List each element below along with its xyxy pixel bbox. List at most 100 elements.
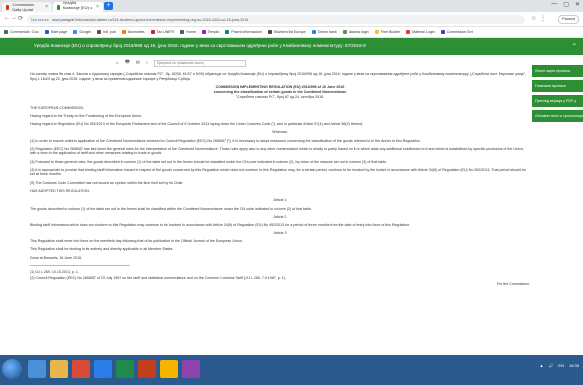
close-window-icon[interactable]: ✕	[575, 1, 580, 8]
bookmark-item[interactable]: Google	[73, 30, 91, 34]
bookmark-item[interactable]: Atlanta login	[342, 30, 369, 34]
volume-icon[interactable]: 🔊	[548, 363, 553, 368]
article-text: The goods described in column (1) of the…	[30, 206, 312, 211]
bookmark-favicon-icon	[96, 30, 101, 34]
bookmark-label: Templo	[207, 30, 220, 34]
bookmark-item[interactable]: Commission Evt	[440, 30, 473, 34]
close-tab-icon[interactable]: ×	[45, 4, 48, 10]
taskbar-app-icon[interactable]	[28, 360, 46, 378]
window-controls: — ▢ ✕	[551, 1, 580, 8]
profile-button[interactable]: Paused	[558, 15, 579, 24]
bookmark-label: Start page	[50, 30, 68, 34]
bookmark-label: Anomalies	[127, 30, 145, 34]
bookmark-label: Atlanta login	[348, 30, 369, 34]
collapse-icon[interactable]: −	[572, 42, 576, 48]
body-paragraph: Having regard to the Treaty on the Funct…	[30, 114, 143, 119]
bookmark-label: Intl. pub	[102, 30, 116, 34]
powerpoint-icon[interactable]	[138, 360, 156, 378]
tab-commission[interactable]: Commission Daily Updat ×	[2, 2, 52, 12]
sidebar-item-document-card[interactable]: Личне карте прописа	[532, 65, 583, 77]
bookmark-favicon-icon	[150, 30, 155, 34]
bookmark-favicon-icon	[180, 30, 185, 34]
tab-regulation[interactable]: Уредба Комисије (EU) о одре ×	[53, 0, 103, 15]
bookmark-favicon-icon	[225, 30, 230, 34]
tray-expand-icon[interactable]: ▲	[539, 363, 543, 368]
new-tab-button[interactable]: +	[104, 2, 113, 10]
bookmark-item[interactable]: Anomalies	[121, 30, 145, 34]
body-paragraph: Having regard to Regulation (EU) No 952/…	[30, 122, 364, 127]
chrome-icon[interactable]	[160, 360, 178, 378]
bookmarks-bar: Commercial › Doc Start page Google Intl. pu…	[0, 27, 583, 38]
bookmark-item[interactable]: Home	[180, 30, 196, 34]
bookmark-item[interactable]: Online bank	[311, 30, 337, 34]
bookmark-favicon-icon	[201, 30, 206, 34]
body-paragraph: (3) Pursuant to those general rules, the…	[30, 159, 388, 164]
sidebar-item-change-history[interactable]: Основни текст и хронологија измена	[532, 110, 583, 122]
bookmark-item[interactable]: Material Login	[406, 30, 435, 34]
article-label: Article 2	[273, 214, 287, 219]
word-icon[interactable]	[94, 360, 112, 378]
footnote: (1) OJ L 269, 10.10.2013, p. 1.	[30, 270, 79, 275]
browser-menu-icon[interactable]: ⋮	[540, 15, 546, 22]
address-bar-row: ← → ⟳ Not secure www.paragraf-informacio…	[0, 12, 583, 27]
taskbar-app-icon[interactable]	[182, 360, 200, 378]
bookmark-item[interactable]: Intl. pub	[96, 30, 116, 34]
url-input[interactable]: Not secure www.paragraf-informacioni-sis…	[27, 15, 525, 24]
bookmark-favicon-icon	[374, 30, 379, 34]
home-icon[interactable]: ⌂	[116, 60, 119, 66]
bookmark-star-icon[interactable]: ☆	[531, 15, 536, 22]
clock[interactable]: 16:35	[569, 363, 579, 368]
body-paragraph: (5) The Customs Code Committee has not i…	[30, 180, 184, 185]
language-indicator[interactable]: EN	[558, 363, 564, 368]
document-sidebar: Личне карте прописа Повезани прописи Пре…	[532, 55, 583, 355]
excel-icon[interactable]	[116, 360, 134, 378]
bookmark-label: Službeni list Europe	[273, 30, 306, 34]
article-text: This Regulation shall enter into force o…	[30, 239, 243, 244]
bookmark-favicon-icon	[73, 30, 78, 34]
bookmark-favicon-icon	[406, 30, 411, 34]
article-label: Article 1	[273, 198, 287, 203]
document-search-input[interactable]	[153, 59, 246, 67]
email-icon[interactable]: ✉	[136, 60, 140, 66]
bookmark-favicon-icon	[121, 30, 126, 34]
bookmark-item[interactable]: Free Builder	[374, 30, 400, 34]
print-icon[interactable]: 🖶	[125, 59, 130, 67]
bookmark-item[interactable]: Commercial › Doc	[4, 30, 39, 34]
bookmark-label: Home	[186, 30, 196, 34]
document-area: ⌂ 🖶 ✉ ‹ На основу члана 9в став 4. Закон…	[0, 55, 532, 355]
bookmark-favicon-icon	[4, 30, 8, 34]
back-icon[interactable]: ←	[4, 15, 10, 21]
signoff: For the Commission,	[496, 281, 530, 286]
tab-label: Commission Daily Updat	[12, 2, 35, 12]
bookmark-label: Online bank	[317, 30, 337, 34]
gazette-reference: "Службени гласник РС", број 87 од 24. ок…	[235, 95, 325, 100]
bookmark-item[interactable]: Templo	[201, 30, 220, 34]
bookmark-label: Tax UNIFR	[156, 30, 175, 34]
maximize-icon[interactable]: ▢	[563, 1, 569, 8]
folder-icon[interactable]	[50, 360, 68, 378]
reload-icon[interactable]: ⟳	[18, 15, 23, 22]
minimize-icon[interactable]: —	[551, 1, 557, 8]
close-tab-icon[interactable]: ×	[96, 4, 99, 10]
page-title: Уредба Комисије (EU) о спровођењу број 2…	[34, 43, 366, 48]
article-label: Article 3	[273, 231, 287, 236]
done-at: Done at Brussels, 16 June 2016.	[30, 255, 83, 260]
sidebar-item-related-regulations[interactable]: Повезани прописи	[532, 80, 583, 92]
forward-icon[interactable]: →	[11, 15, 17, 21]
back-arrow-icon[interactable]: ‹	[146, 60, 148, 66]
taskbar-app-icon[interactable]	[72, 360, 90, 378]
bookmark-label: Google	[79, 30, 91, 34]
document-content: На основу члана 9в став 4. Закона о Цари…	[30, 72, 530, 290]
bookmark-item[interactable]: Službeni list Europe	[267, 30, 306, 34]
bookmark-item[interactable]: Start page	[44, 30, 68, 34]
footnote-divider	[30, 265, 130, 267]
sidebar-item-pdf-versions[interactable]: Преглед верзија у PDF-у	[532, 95, 583, 107]
url-text: www.paragraf-informacioni-sistem.rs/114-…	[51, 17, 249, 22]
bookmark-item[interactable]: Pravni informacioni	[225, 30, 262, 34]
bookmark-item[interactable]: Tax UNIFR	[150, 30, 175, 34]
bookmark-favicon-icon	[44, 30, 49, 34]
start-button-icon[interactable]	[2, 359, 22, 379]
bookmark-favicon-icon	[440, 30, 445, 34]
bookmark-label: Commission Evt	[446, 30, 473, 34]
footnote: (2) Council Regulation (EEC) No 2658/87 …	[30, 275, 286, 280]
